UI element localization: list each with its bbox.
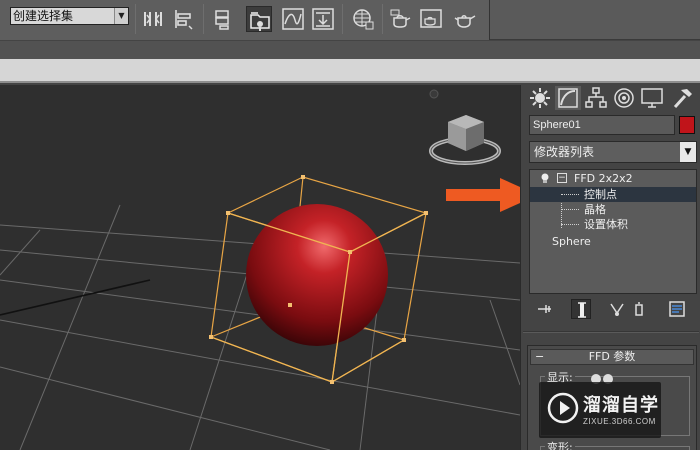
teapot-settings-icon — [390, 9, 411, 28]
tab-display[interactable] — [639, 86, 665, 110]
configure-icon — [669, 301, 685, 317]
collapse-icon: − — [535, 350, 545, 363]
stack-subobject-control-points[interactable]: 控制点 — [530, 187, 696, 202]
end-result-icon — [578, 302, 586, 318]
show-end-result-button[interactable] — [571, 299, 591, 319]
viewcube-navigator — [429, 89, 501, 165]
curve-editor-icon — [282, 8, 304, 30]
teapot-frame-icon — [420, 9, 442, 28]
ribbon-strip — [0, 41, 700, 59]
tab-motion[interactable] — [611, 86, 637, 110]
main-toolbar: 创建选择集 ▼ — [0, 0, 700, 40]
modify-curve-icon — [558, 88, 578, 108]
schematic-icon — [312, 8, 334, 30]
motion-icon — [614, 88, 634, 108]
subobject-label: 设置体积 — [584, 218, 628, 231]
viewport-scene — [0, 89, 520, 450]
modifier-stack: − FFD 2x2x2 控制点 晶格 设置体积 Sphere — [529, 169, 697, 294]
perspective-viewport[interactable] — [0, 85, 520, 450]
selection-set-value: 创建选择集 — [13, 9, 74, 23]
align-icon — [175, 10, 193, 30]
mirror-button[interactable] — [140, 6, 166, 32]
subobject-label: 控制点 — [584, 188, 617, 201]
pin-stack-button[interactable] — [535, 299, 555, 319]
deform-group: 变形: — [540, 439, 690, 450]
modifier-list-dropdown[interactable]: 修改器列表 ▼ — [529, 141, 697, 163]
base-object-label: Sphere — [552, 235, 591, 248]
object-name-value: Sphere01 — [533, 119, 581, 131]
configure-modifier-sets-button[interactable] — [667, 299, 687, 319]
toolbar-separator — [342, 4, 343, 34]
toolbar-separator — [135, 4, 136, 34]
layer-manager-button[interactable] — [210, 6, 236, 32]
stack-subobject-set-volume[interactable]: 设置体积 — [530, 217, 696, 232]
mirror-icon — [144, 12, 162, 26]
trash-icon — [635, 302, 643, 316]
deform-group-label: 变形: — [545, 439, 575, 450]
make-unique-icon — [610, 303, 624, 316]
toolbar-separator — [203, 4, 204, 34]
rollout-header[interactable]: − FFD 参数 — [530, 349, 694, 365]
hammer-icon — [673, 89, 692, 109]
tab-hierarchy[interactable] — [583, 86, 609, 110]
ribbon-bar — [0, 59, 700, 83]
stack-item-sphere[interactable]: Sphere — [530, 234, 696, 249]
rollout-title: FFD 参数 — [588, 350, 636, 363]
scene-explorer-button[interactable] — [246, 6, 272, 32]
curve-editor-button[interactable] — [280, 6, 306, 32]
rendered-frame-window-button[interactable] — [418, 6, 444, 32]
lightbulb-icon[interactable] — [540, 173, 550, 184]
layers-icon — [215, 10, 229, 30]
object-color-swatch[interactable] — [679, 116, 695, 134]
render-setup-button[interactable] — [388, 6, 414, 32]
watermark-subtitle: ZIXUE.3D66.COM — [583, 417, 656, 426]
toolbar-separator — [382, 4, 383, 34]
chevron-down-icon[interactable]: ▼ — [680, 142, 696, 162]
folder-icon — [250, 12, 270, 31]
chevron-down-icon[interactable]: ▼ — [114, 8, 128, 24]
remove-modifier-button[interactable] — [629, 299, 649, 319]
stack-modifier-label: FFD 2x2x2 — [574, 172, 633, 185]
subobject-label: 晶格 — [584, 203, 606, 216]
collapse-toggle-icon[interactable]: − — [557, 173, 567, 183]
toolbar-group: 创建选择集 ▼ — [0, 0, 490, 40]
hierarchy-icon — [585, 87, 607, 108]
tab-create[interactable] — [527, 86, 553, 110]
material-editor-icon — [353, 9, 374, 30]
object-name-field[interactable]: Sphere01 — [529, 115, 675, 135]
make-unique-button[interactable] — [607, 299, 627, 319]
stack-item-ffd[interactable]: − FFD 2x2x2 — [530, 171, 696, 186]
align-button[interactable] — [170, 6, 196, 32]
schematic-view-button[interactable] — [310, 6, 336, 32]
sun-icon — [530, 88, 550, 108]
tab-modify[interactable] — [555, 86, 581, 110]
watermark-title: 溜溜自学 — [583, 395, 659, 416]
monitor-icon — [641, 88, 663, 108]
command-panel-tabs — [525, 85, 700, 111]
tab-utilities[interactable] — [669, 86, 695, 110]
material-editor-button[interactable] — [350, 6, 376, 32]
stack-subobject-lattice[interactable]: 晶格 — [530, 202, 696, 217]
watermark-badge: 溜溜自学 ZIXUE.3D66.COM — [539, 382, 661, 438]
play-logo-icon — [547, 392, 579, 424]
modifier-list-label: 修改器列表 — [534, 145, 595, 159]
stack-toolbar — [529, 299, 697, 321]
teapot-icon — [454, 15, 476, 28]
panel-divider — [523, 331, 699, 333]
pin-icon — [538, 305, 551, 313]
render-production-button[interactable] — [452, 6, 478, 32]
named-selection-set-dropdown[interactable]: 创建选择集 ▼ — [10, 7, 129, 25]
